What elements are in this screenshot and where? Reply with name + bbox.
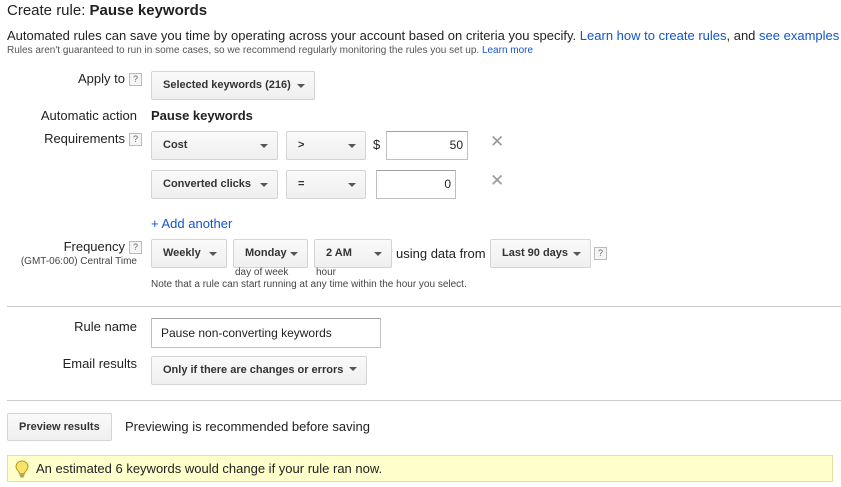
chevron-down-icon (573, 252, 581, 256)
chevron-down-icon (348, 183, 356, 187)
hour-label: hour (316, 267, 337, 278)
disclaimer-text: Rules aren't guaranteed to run in some c… (7, 45, 480, 56)
chevron-down-icon (290, 252, 298, 256)
frequency-label-text: Frequency (63, 239, 125, 254)
requirement-value-input[interactable]: 0 (376, 170, 456, 199)
using-data-from-label: using data from (396, 246, 486, 261)
date-range-help-icon[interactable]: ? (594, 247, 607, 260)
apply-to-dropdown[interactable]: Selected keywords (216) (151, 71, 315, 100)
preview-hint: Previewing is recommended before saving (125, 419, 370, 434)
divider (7, 306, 841, 307)
learn-more-link[interactable]: Learn more (482, 45, 533, 56)
and-text: , and (726, 28, 756, 43)
requirement-metric-dropdown[interactable]: Converted clicks (151, 170, 278, 199)
apply-to-help-icon[interactable]: ? (129, 73, 142, 86)
frequency-hour-value: 2 AM (326, 247, 352, 259)
chevron-down-icon (297, 84, 305, 88)
requirements-label: Requirements? (44, 131, 142, 146)
chevron-down-icon (348, 144, 356, 148)
see-examples-link[interactable]: see examples (759, 28, 839, 43)
preview-results-button[interactable]: Preview results (7, 413, 112, 441)
automatic-action-label: Automatic action (40, 108, 137, 123)
frequency-help-icon[interactable]: ? (129, 241, 142, 254)
remove-requirement-icon[interactable]: ✕ (490, 133, 504, 150)
title-prefix: Create rule: (7, 2, 86, 19)
requirement-operator-value: > (298, 139, 305, 151)
frequency-period-dropdown[interactable]: Weekly (151, 239, 227, 268)
chevron-down-icon (349, 367, 358, 371)
divider (7, 400, 841, 401)
day-of-week-label: day of week (235, 267, 289, 278)
requirements-help-icon[interactable]: ? (129, 133, 142, 146)
frequency-hour-dropdown[interactable]: 2 AM (314, 239, 392, 268)
description-text: Automated rules can save you time by ope… (7, 28, 577, 43)
frequency-period-value: Weekly (163, 247, 201, 259)
add-another-link[interactable]: + Add another (151, 216, 232, 231)
frequency-day-value: Monday (245, 247, 287, 259)
disclaimer: Rules aren't guaranteed to run in some c… (7, 45, 533, 56)
estimate-text: An estimated 6 keywords would change if … (36, 461, 383, 476)
rule-name-label: Rule name (74, 319, 137, 334)
requirement-metric-value: Cost (163, 139, 188, 151)
apply-to-label: Apply to? (78, 71, 142, 86)
requirement-operator-dropdown[interactable]: = (286, 170, 366, 199)
estimate-notice: An estimated 6 keywords would change if … (7, 455, 833, 482)
frequency-day-dropdown[interactable]: Monday (233, 239, 308, 268)
email-results-value: Only if there are changes or errors (163, 364, 344, 376)
page-title: Create rule: Pause keywords (7, 2, 207, 19)
requirement-metric-value: Converted clicks (163, 178, 252, 190)
apply-to-value: Selected keywords (216) (163, 79, 291, 91)
date-range-dropdown[interactable]: Last 90 days (490, 239, 591, 268)
date-range-value: Last 90 days (502, 247, 569, 259)
frequency-note: Note that a rule can start running at an… (151, 279, 467, 290)
currency-symbol: $ (373, 137, 381, 152)
email-results-dropdown[interactable]: Only if there are changes or errors (151, 356, 367, 385)
frequency-label: Frequency? (64, 239, 142, 254)
requirement-operator-value: = (298, 178, 305, 190)
requirement-metric-dropdown[interactable]: Cost (151, 131, 278, 160)
timezone-label: (GMT-06:00) Central Time (20, 256, 137, 267)
requirement-value-input[interactable]: 50 (386, 131, 468, 160)
chevron-down-icon (374, 252, 382, 256)
apply-to-label-text: Apply to (78, 71, 125, 86)
rule-name-input[interactable]: Pause non-converting keywords (151, 318, 381, 348)
requirements-label-text: Requirements (44, 131, 125, 146)
remove-requirement-icon[interactable]: ✕ (490, 172, 504, 189)
chevron-down-icon (260, 183, 268, 187)
chevron-down-icon (260, 144, 268, 148)
learn-how-link[interactable]: Learn how to create rules (580, 28, 727, 43)
automatic-action-value: Pause keywords (151, 108, 253, 123)
description: Automated rules can save you time by ope… (7, 28, 839, 43)
requirement-operator-dropdown[interactable]: > (286, 131, 366, 160)
lightbulb-icon (15, 460, 29, 478)
chevron-down-icon (209, 252, 217, 256)
rule-name-title: Pause keywords (89, 2, 208, 19)
email-results-label: Email results (62, 356, 137, 371)
